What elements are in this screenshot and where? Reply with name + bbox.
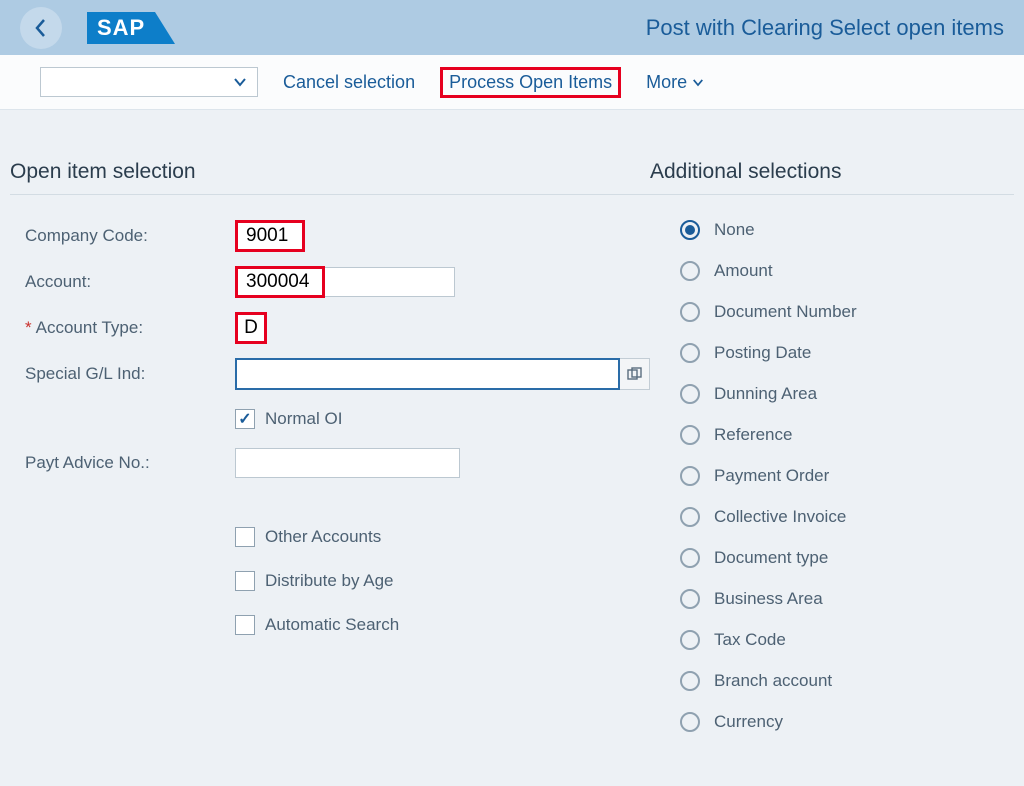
radio-row-payment-order: Payment Order: [650, 466, 1014, 486]
additional-selections-section: Additional selections None Amount Document…: [650, 160, 1014, 753]
radio-document-number[interactable]: [680, 302, 700, 322]
radio-label: Payment Order: [714, 466, 829, 486]
row-payt-advice: Payt Advice No.:: [10, 448, 650, 478]
app-header: SAP Post with Clearing Select open items: [0, 0, 1024, 55]
label-account-type-text: Account Type:: [36, 318, 143, 337]
radio-row-collective-invoice: Collective Invoice: [650, 507, 1014, 527]
toolbar: Cancel selection Process Open Items More: [0, 55, 1024, 110]
radio-label: Collective Invoice: [714, 507, 846, 527]
radio-label: Dunning Area: [714, 384, 817, 404]
checkbox-normal-oi[interactable]: [235, 409, 255, 429]
radio-row-business-area: Business Area: [650, 589, 1014, 609]
radio-row-posting-date: Posting Date: [650, 343, 1014, 363]
sap-logo: SAP: [87, 12, 155, 44]
process-open-items-link[interactable]: Process Open Items: [440, 67, 621, 98]
more-menu[interactable]: More: [646, 72, 704, 93]
checkbox-automatic-search[interactable]: [235, 615, 255, 635]
radio-business-area[interactable]: [680, 589, 700, 609]
label-distribute-age: Distribute by Age: [265, 571, 394, 591]
radio-label: Posting Date: [714, 343, 811, 363]
radio-label: Reference: [714, 425, 792, 445]
label-special-gl: Special G/L Ind:: [10, 364, 235, 384]
page-title: Post with Clearing Select open items: [646, 15, 1004, 41]
cancel-selection-link[interactable]: Cancel selection: [283, 72, 415, 93]
row-normal-oi: Normal OI: [10, 404, 650, 434]
label-account: Account:: [10, 272, 235, 292]
radio-row-tax-code: Tax Code: [650, 630, 1014, 650]
row-automatic-search: Automatic Search: [10, 610, 650, 640]
radio-row-amount: Amount: [650, 261, 1014, 281]
row-distribute-age: Distribute by Age: [10, 566, 650, 596]
radio-amount[interactable]: [680, 261, 700, 281]
payt-advice-field[interactable]: [235, 448, 460, 478]
radio-row-branch-account: Branch account: [650, 671, 1014, 691]
radio-collective-invoice[interactable]: [680, 507, 700, 527]
radio-none[interactable]: [680, 220, 700, 240]
radio-posting-date[interactable]: [680, 343, 700, 363]
radio-row-document-type: Document type: [650, 548, 1014, 568]
chevron-down-icon: [692, 78, 704, 87]
radio-label: Amount: [714, 261, 773, 281]
radio-dunning-area[interactable]: [680, 384, 700, 404]
row-account: Account: 300004: [10, 266, 650, 298]
radio-label: Tax Code: [714, 630, 786, 650]
content-area: Open item selection Company Code: 9001 A…: [0, 110, 1024, 753]
label-payt-advice: Payt Advice No.:: [10, 453, 235, 473]
radio-payment-order[interactable]: [680, 466, 700, 486]
radio-document-type[interactable]: [680, 548, 700, 568]
account-field-highlighted[interactable]: 300004: [235, 266, 325, 298]
radio-label: Currency: [714, 712, 783, 732]
radio-label: None: [714, 220, 755, 240]
open-item-section: Open item selection Company Code: 9001 A…: [10, 160, 650, 753]
radio-row-currency: Currency: [650, 712, 1014, 732]
radio-row-reference: Reference: [650, 425, 1014, 445]
value-help-icon: [627, 367, 642, 382]
radio-label: Business Area: [714, 589, 823, 609]
row-account-type: *Account Type: D: [10, 312, 650, 344]
f4-help-button[interactable]: [620, 358, 650, 390]
radio-reference[interactable]: [680, 425, 700, 445]
radio-row-none: None: [650, 220, 1014, 240]
label-automatic-search: Automatic Search: [265, 615, 399, 635]
section-title-open-item: Open item selection: [10, 160, 650, 195]
account-field-extra[interactable]: [325, 267, 455, 297]
label-company-code: Company Code:: [10, 226, 235, 246]
row-other-accounts: Other Accounts: [10, 522, 650, 552]
special-gl-field[interactable]: [235, 358, 620, 390]
radio-currency[interactable]: [680, 712, 700, 732]
label-account-type: *Account Type:: [10, 318, 235, 338]
radio-tax-code[interactable]: [680, 630, 700, 650]
row-special-gl: Special G/L Ind:: [10, 358, 650, 390]
label-normal-oi: Normal OI: [265, 409, 342, 429]
row-company-code: Company Code: 9001: [10, 220, 650, 252]
radio-row-document-number: Document Number: [650, 302, 1014, 322]
chevron-down-icon: [233, 77, 247, 87]
toolbar-dropdown[interactable]: [40, 67, 258, 97]
account-type-field[interactable]: D: [235, 312, 267, 344]
company-code-field[interactable]: 9001: [235, 220, 305, 252]
checkbox-other-accounts[interactable]: [235, 527, 255, 547]
label-other-accounts: Other Accounts: [265, 527, 381, 547]
more-label: More: [646, 72, 687, 93]
radio-label: Document Number: [714, 302, 857, 322]
section-title-additional: Additional selections: [650, 160, 1014, 195]
radio-row-dunning-area: Dunning Area: [650, 384, 1014, 404]
additional-radio-list: None Amount Document Number Posting Date Dun…: [650, 220, 1014, 732]
radio-label: Branch account: [714, 671, 832, 691]
back-button[interactable]: [20, 7, 62, 49]
radio-label: Document type: [714, 548, 828, 568]
chevron-left-icon: [34, 18, 48, 38]
checkbox-distribute-age[interactable]: [235, 571, 255, 591]
radio-branch-account[interactable]: [680, 671, 700, 691]
